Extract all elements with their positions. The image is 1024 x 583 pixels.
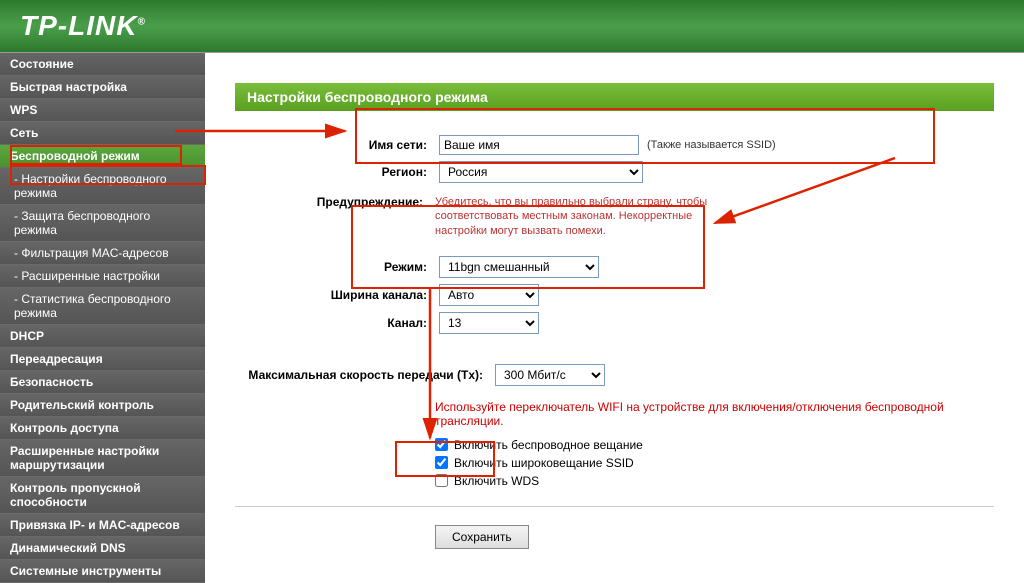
sidebar-item-15[interactable]: Расширенные настройки маршрутизации bbox=[0, 440, 205, 477]
sidebar-item-1[interactable]: Быстрая настройка bbox=[0, 76, 205, 99]
sidebar-item-2[interactable]: WPS bbox=[0, 99, 205, 122]
label-channel-width: Ширина канала: bbox=[239, 288, 439, 302]
sidebar-item-3[interactable]: Сеть bbox=[0, 122, 205, 145]
sidebar-item-13[interactable]: Родительский контроль bbox=[0, 394, 205, 417]
divider bbox=[235, 506, 994, 507]
label-warning: Предупреждение: bbox=[235, 195, 435, 209]
warning-text: Убедитесь, что вы правильно выбрали стра… bbox=[435, 195, 735, 238]
sidebar-item-17[interactable]: Привязка IP- и MAC-адресов bbox=[0, 514, 205, 537]
main-content: Настройки беспроводного режима Имя сети:… bbox=[205, 53, 1024, 583]
ssid-hint: (Также называется SSID) bbox=[647, 139, 776, 151]
sidebar-item-12[interactable]: Безопасность bbox=[0, 371, 205, 394]
sidebar-item-10[interactable]: DHCP bbox=[0, 325, 205, 348]
sidebar-item-6[interactable]: - Защита беспроводного режима bbox=[0, 205, 205, 242]
enable-wds-label: Включить WDS bbox=[454, 474, 539, 488]
wifi-switch-note: Используйте переключатель WIFI на устрой… bbox=[435, 400, 994, 428]
region-select[interactable]: Россия bbox=[439, 161, 643, 183]
sidebar-nav: СостояниеБыстрая настройкаWPSСетьБеспров… bbox=[0, 53, 205, 583]
label-mode: Режим: bbox=[239, 260, 439, 274]
sidebar-item-14[interactable]: Контроль доступа bbox=[0, 417, 205, 440]
sidebar-item-11[interactable]: Переадресация bbox=[0, 348, 205, 371]
save-button[interactable]: Сохранить bbox=[435, 525, 529, 549]
brand-logo: TP-LINK® bbox=[20, 10, 146, 42]
enable-wireless-checkbox[interactable] bbox=[435, 438, 448, 451]
enable-ssid-broadcast-checkbox[interactable] bbox=[435, 456, 448, 469]
label-ssid: Имя сети: bbox=[239, 138, 439, 152]
mode-select[interactable]: 11bgn смешанный bbox=[439, 256, 599, 278]
channel-select[interactable]: 13 bbox=[439, 312, 539, 334]
sidebar-item-16[interactable]: Контроль пропускной способности bbox=[0, 477, 205, 514]
sidebar-item-8[interactable]: - Расширенные настройки bbox=[0, 265, 205, 288]
sidebar-item-4[interactable]: Беспроводной режим bbox=[0, 145, 205, 168]
label-region: Регион: bbox=[239, 165, 439, 179]
sidebar-item-0[interactable]: Состояние bbox=[0, 53, 205, 76]
enable-ssid-broadcast-label: Включить широковещание SSID bbox=[454, 456, 634, 470]
channel-width-select[interactable]: Авто bbox=[439, 284, 539, 306]
sidebar-item-9[interactable]: - Статистика беспроводного режима bbox=[0, 288, 205, 325]
sidebar-item-19[interactable]: Системные инструменты bbox=[0, 560, 205, 583]
page-title: Настройки беспроводного режима bbox=[235, 83, 994, 111]
enable-wireless-label: Включить беспроводное вещание bbox=[454, 438, 643, 452]
enable-wds-checkbox[interactable] bbox=[435, 474, 448, 487]
sidebar-item-7[interactable]: - Фильтрация MAC-адресов bbox=[0, 242, 205, 265]
label-max-rate: Максимальная скорость передачи (Tx): bbox=[235, 368, 495, 382]
label-channel: Канал: bbox=[239, 316, 439, 330]
sidebar-item-5[interactable]: - Настройки беспроводного режима bbox=[0, 168, 205, 205]
max-rate-select[interactable]: 300 Мбит/с bbox=[495, 364, 605, 386]
app-header: TP-LINK® bbox=[0, 0, 1024, 52]
sidebar-item-18[interactable]: Динамический DNS bbox=[0, 537, 205, 560]
ssid-input[interactable] bbox=[439, 135, 639, 155]
